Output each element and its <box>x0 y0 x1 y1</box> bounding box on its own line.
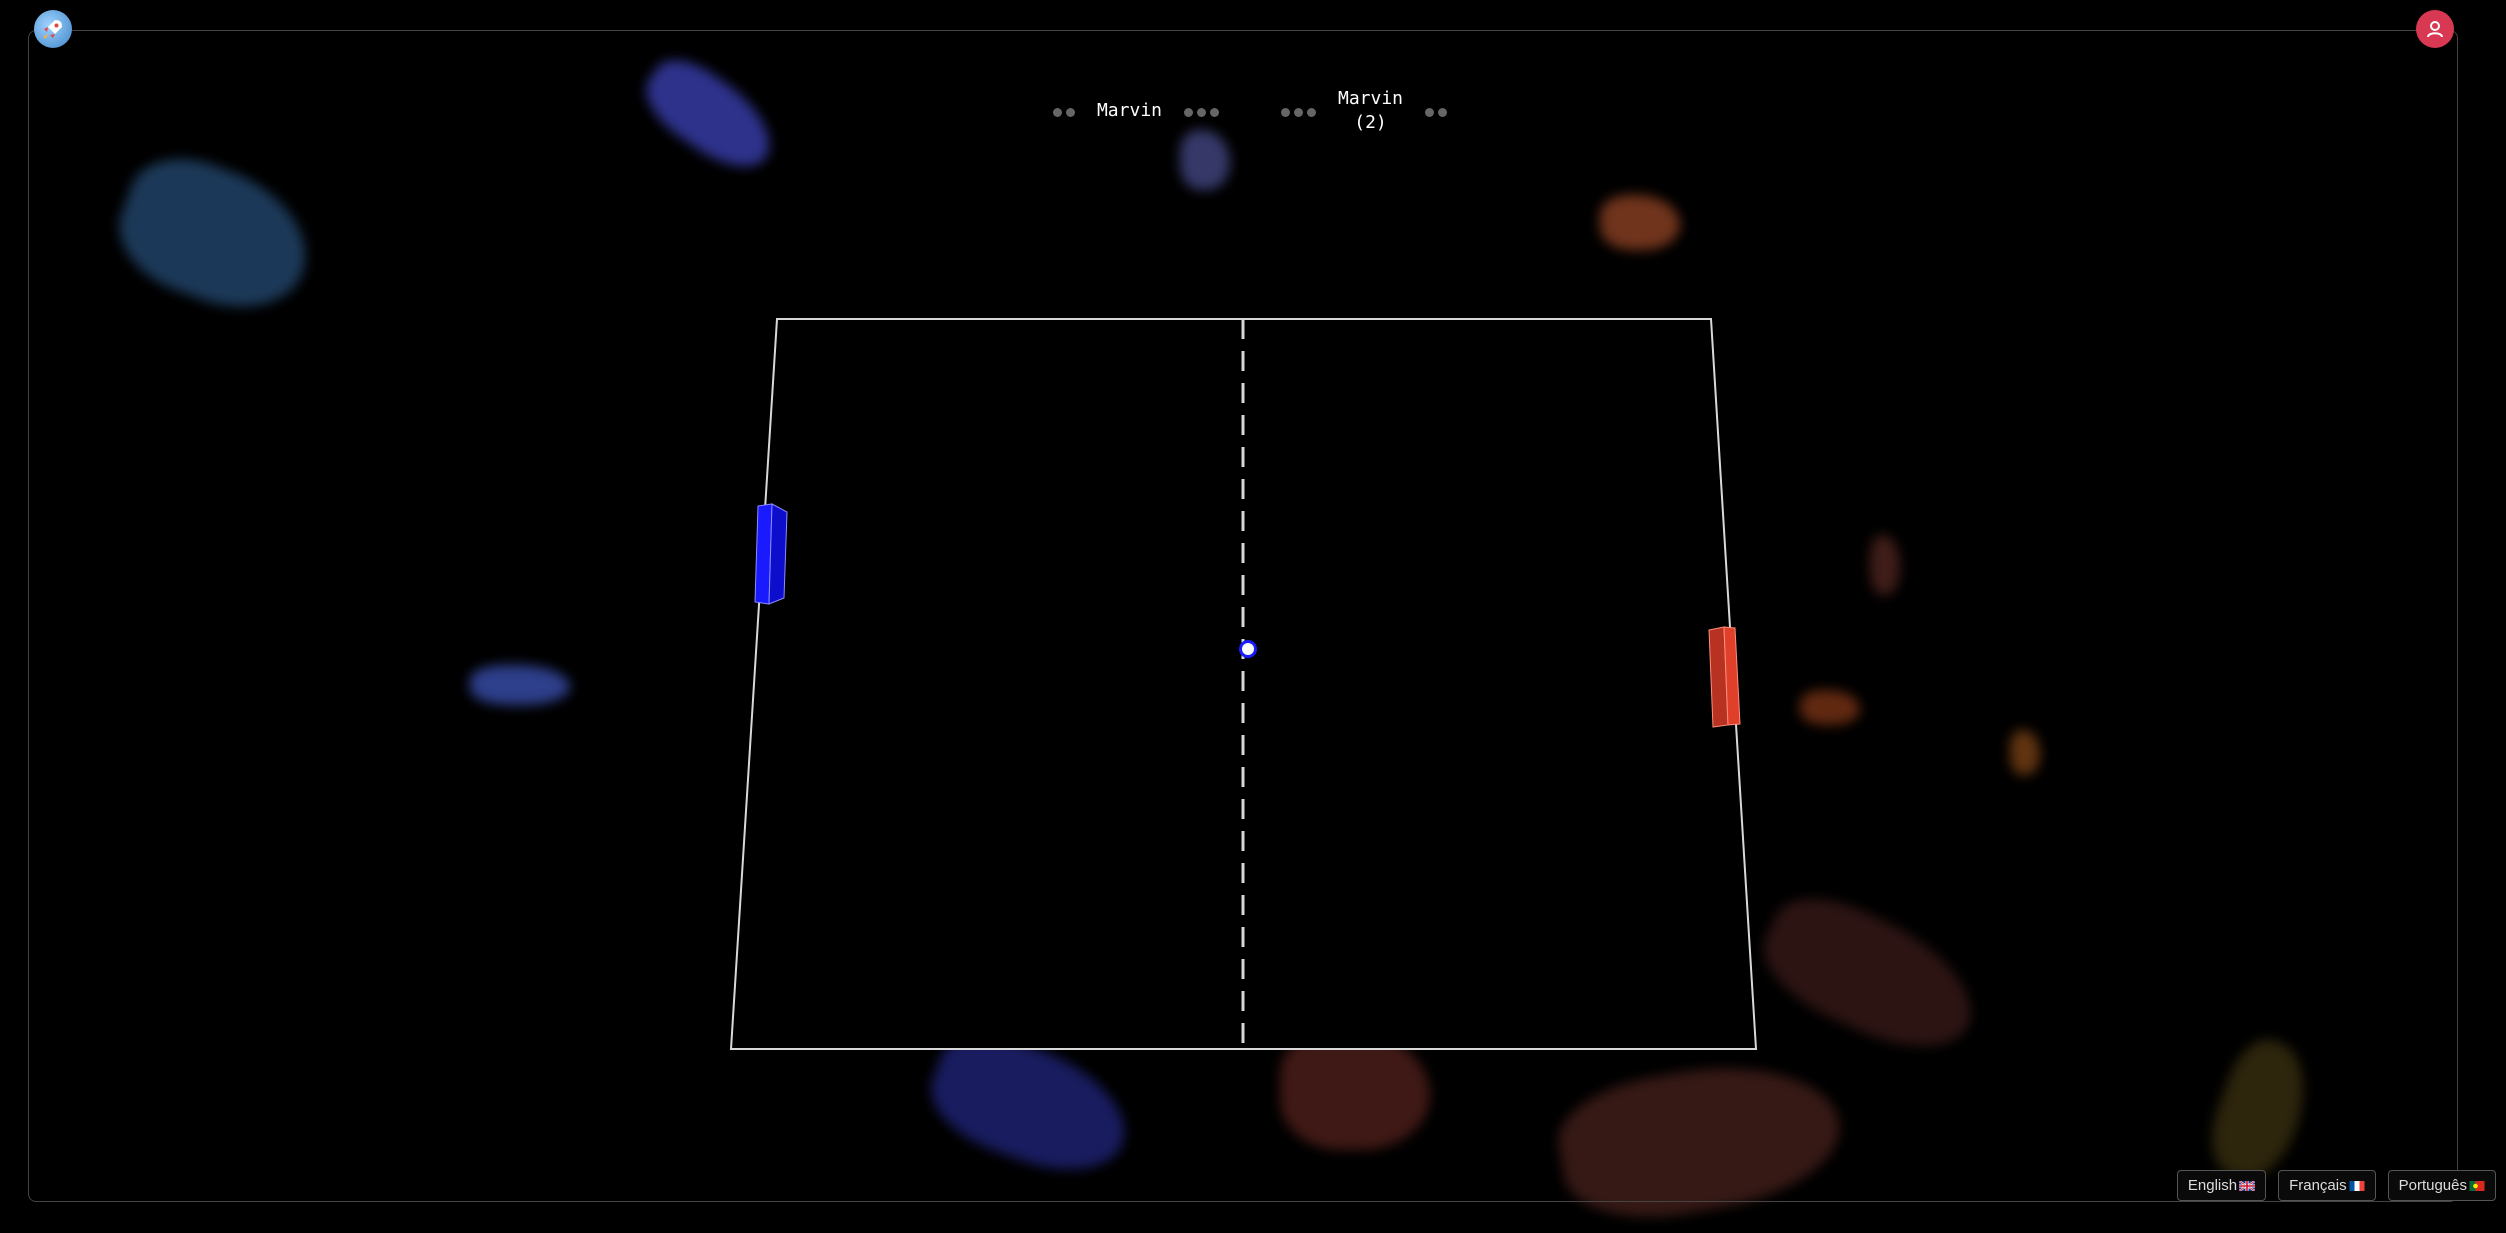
fr-flag-icon <box>2349 1181 2365 1191</box>
player-right: Marvin (2) <box>1338 87 1403 135</box>
language-label: Português <box>2399 1177 2467 1194</box>
score-dot <box>1184 108 1193 117</box>
game-court <box>0 0 2506 1211</box>
language-switcher: English Français Português <box>2177 1170 2496 1201</box>
score-dot <box>1066 108 1075 117</box>
left-before-dots <box>1053 108 1075 117</box>
score-dot <box>1210 108 1219 117</box>
right-paddle <box>1709 627 1740 727</box>
language-option-portuguese[interactable]: Português <box>2388 1170 2496 1201</box>
language-option-french[interactable]: Français <box>2278 1170 2376 1201</box>
logo-button[interactable] <box>34 10 72 48</box>
score-dot <box>1425 108 1434 117</box>
right-after-dots <box>1425 108 1447 117</box>
player-right-tag: (2) <box>1338 111 1403 135</box>
rocket-icon <box>41 17 65 41</box>
player-left-name: Marvin <box>1097 99 1162 123</box>
score-dot <box>1197 108 1206 117</box>
gb-flag-icon <box>2239 1181 2255 1191</box>
left-after-dots <box>1184 108 1219 117</box>
player-right-name: Marvin <box>1338 87 1403 111</box>
right-before-dots <box>1281 108 1316 117</box>
profile-button[interactable] <box>2416 10 2454 48</box>
language-label: English <box>2188 1177 2237 1194</box>
scoreboard: Marvin Marvin (2) <box>1050 88 1450 135</box>
user-icon <box>2424 18 2446 40</box>
score-dot <box>1294 108 1303 117</box>
ball <box>1239 640 1257 658</box>
language-label: Français <box>2289 1177 2347 1194</box>
score-dot <box>1053 108 1062 117</box>
pt-flag-icon <box>2469 1181 2485 1191</box>
score-dot <box>1281 108 1290 117</box>
left-paddle <box>755 504 787 604</box>
score-dot <box>1307 108 1316 117</box>
score-dot <box>1438 108 1447 117</box>
language-option-english[interactable]: English <box>2177 1170 2266 1201</box>
